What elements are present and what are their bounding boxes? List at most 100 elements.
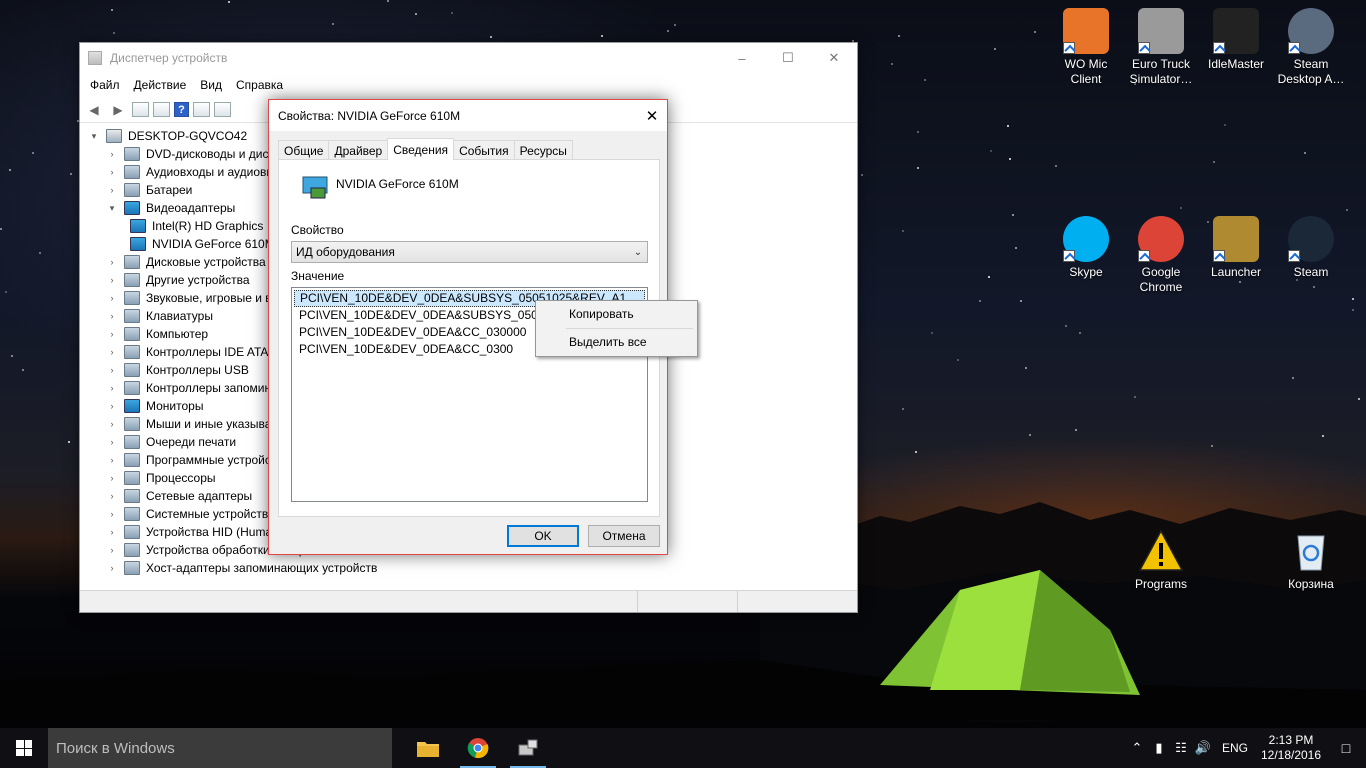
clock[interactable]: 2:13 PM 12/18/2016 (1256, 733, 1326, 763)
battery-icon[interactable]: ▮ (1148, 740, 1170, 756)
shortcut-arrow-icon (1288, 42, 1300, 54)
chevron-right-icon[interactable]: › (106, 347, 118, 357)
desktop-icon[interactable]: Skype (1049, 216, 1123, 280)
chrome-icon[interactable] (454, 728, 502, 768)
show-hide-tree-icon[interactable] (132, 102, 149, 117)
chevron-right-icon[interactable]: › (106, 257, 118, 267)
mouse-icon (124, 417, 140, 431)
chevron-down-icon[interactable]: ▾ (88, 131, 100, 142)
chevron-right-icon[interactable]: › (106, 311, 118, 321)
tree-item[interactable]: › Хост-адаптеры запоминающих устройств (80, 559, 857, 577)
desktop-icon[interactable]: Euro Truck Simulator… (1124, 8, 1198, 87)
chevron-right-icon[interactable]: › (106, 401, 118, 411)
cancel-button[interactable]: Отмена (588, 525, 660, 547)
tab-driver[interactable]: Драйвер (328, 140, 389, 160)
chevron-right-icon[interactable]: › (106, 149, 118, 159)
computer-icon (106, 129, 122, 143)
desktop-icon-label: Steam Desktop A… (1277, 57, 1345, 86)
desktop-icon-label: Steam (1293, 265, 1329, 279)
chevron-right-icon[interactable]: › (106, 275, 118, 285)
disk-icon (124, 255, 140, 269)
network-adapter-icon (124, 489, 140, 503)
menu-action[interactable]: Действие (127, 78, 194, 92)
help-icon[interactable]: ? (174, 102, 189, 117)
menu-view[interactable]: Вид (193, 78, 229, 92)
chevron-right-icon[interactable]: › (106, 329, 118, 339)
launcher-icon (1213, 216, 1259, 262)
desktop-icon[interactable]: Корзина (1274, 528, 1348, 592)
notification-icon[interactable]: □ (1326, 740, 1366, 756)
chevron-right-icon[interactable]: › (106, 383, 118, 393)
volume-icon[interactable]: 🔊 (1192, 740, 1214, 756)
properties-icon[interactable] (153, 102, 170, 117)
window-title: Диспетчер устройств (110, 51, 228, 65)
chevron-right-icon[interactable]: › (106, 545, 118, 555)
other-device-icon (124, 273, 140, 287)
chevron-right-icon[interactable]: › (106, 455, 118, 465)
desktop-icon[interactable]: WO Mic Client (1049, 8, 1123, 87)
chevron-right-icon[interactable]: › (106, 437, 118, 447)
minimize-button[interactable]: – (719, 43, 765, 73)
display-adapter-icon (130, 219, 146, 233)
language-indicator[interactable]: ENG (1214, 741, 1256, 755)
shortcut-arrow-icon (1138, 42, 1150, 54)
ok-button[interactable]: OK (507, 525, 579, 547)
property-dropdown[interactable]: ИД оборудования ⌄ (291, 241, 648, 263)
network-icon[interactable]: ☷ (1170, 740, 1192, 756)
tab-events[interactable]: События (453, 140, 515, 160)
chevron-right-icon[interactable]: › (106, 473, 118, 483)
desktop-icon[interactable]: Steam (1274, 216, 1348, 280)
tree-item-label: DESKTOP-GQVCO42 (128, 129, 248, 143)
desktop-icon[interactable]: Launcher (1199, 216, 1273, 280)
close-button[interactable]: ✕ (811, 43, 857, 73)
chevron-down-icon[interactable]: ▾ (106, 203, 118, 214)
chevron-right-icon[interactable]: › (106, 509, 118, 519)
tab-general[interactable]: Общие (278, 140, 330, 160)
chevron-right-icon[interactable]: › (106, 293, 118, 303)
desktop-icon-label: Skype (1069, 265, 1103, 279)
display-adapter-icon (302, 176, 328, 199)
context-copy[interactable]: Копировать (538, 303, 695, 326)
chevron-right-icon[interactable]: › (106, 167, 118, 177)
tree-item-label: Контроллеры USB (146, 363, 249, 377)
microphone-icon (1063, 8, 1109, 54)
chevron-down-icon: ⌄ (633, 246, 643, 258)
desktop-icon[interactable]: IdleMaster (1199, 8, 1273, 72)
file-explorer-icon[interactable] (404, 728, 452, 768)
storage-controller-icon (124, 381, 140, 395)
forward-arrow-icon[interactable]: ▶ (108, 101, 128, 119)
dialog-title-bar[interactable]: Свойства: NVIDIA GeForce 610M ✕ (269, 100, 667, 131)
desktop-icon-label: Euro Truck Simulator… (1129, 57, 1193, 86)
tree-item-label: Клавиатуры (146, 309, 213, 323)
chevron-right-icon[interactable]: › (106, 185, 118, 195)
title-bar[interactable]: Диспетчер устройств – ☐ ✕ (80, 43, 857, 73)
chevron-right-icon[interactable]: › (106, 419, 118, 429)
tree-item-label: Батареи (146, 183, 193, 197)
tab-details[interactable]: Сведения (387, 138, 455, 160)
menu-help[interactable]: Справка (229, 78, 290, 92)
menu-file[interactable]: Файл (83, 78, 127, 92)
start-button[interactable] (0, 728, 48, 768)
device-manager-app-icon (88, 51, 102, 65)
maximize-button[interactable]: ☐ (765, 43, 811, 73)
chevron-right-icon[interactable]: › (106, 527, 118, 537)
action-pane-icon[interactable] (193, 102, 210, 117)
device-manager-icon[interactable] (504, 728, 552, 768)
chevron-right-icon[interactable]: › (106, 491, 118, 501)
search-box[interactable]: Поиск в Windows (48, 728, 392, 768)
context-select-all[interactable]: Выделить все (538, 331, 695, 354)
chevron-right-icon[interactable]: › (106, 365, 118, 375)
desktop-icon[interactable]: Programs (1124, 528, 1198, 592)
tree-item-label: Другие устройства (146, 273, 250, 287)
tree-item-label: Хост-адаптеры запоминающих устройств (146, 561, 378, 575)
tab-resources[interactable]: Ресурсы (513, 140, 573, 160)
dialog-close-button[interactable]: ✕ (637, 107, 667, 125)
desktop-icon[interactable]: Steam Desktop A… (1274, 8, 1348, 87)
update-driver-icon[interactable] (214, 102, 231, 117)
system-tray: ⌃ ▮ ☷ 🔊 ENG 2:13 PM 12/18/2016 □ (1126, 728, 1366, 768)
chevron-up-icon[interactable]: ⌃ (1126, 740, 1148, 756)
chevron-right-icon[interactable]: › (106, 563, 118, 573)
desktop-icon[interactable]: Google Chrome (1124, 216, 1198, 295)
usb-icon (124, 363, 140, 377)
back-arrow-icon[interactable]: ◀ (84, 101, 104, 119)
